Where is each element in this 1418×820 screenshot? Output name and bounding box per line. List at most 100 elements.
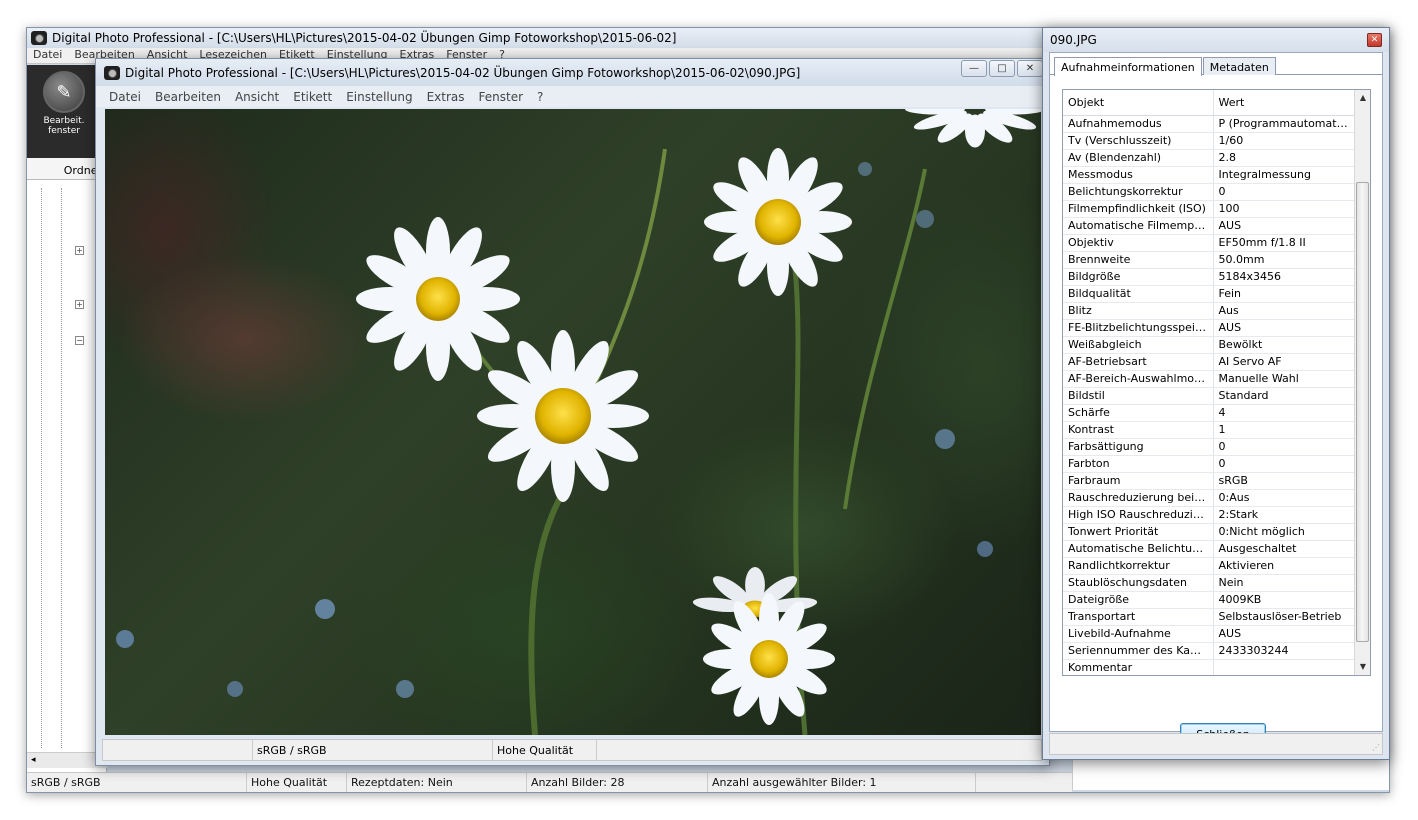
table-row[interactable]: Bildgröße 5184x3456: [1063, 268, 1355, 286]
table-row[interactable]: Av (Blendenzahl) 2.8: [1063, 149, 1355, 167]
table-row[interactable]: Livebild-Aufnahme AUS: [1063, 625, 1355, 643]
table-row[interactable]: Seriennummer des Kamera...2433303244: [1063, 642, 1355, 660]
table-row[interactable]: Farbton 0: [1063, 455, 1355, 473]
scroll-down-icon[interactable]: ▼: [1355, 659, 1370, 675]
tab-aufnahmeinformationen[interactable]: Aufnahmeinformationen: [1054, 57, 1202, 76]
menu-extras[interactable]: Extras: [427, 90, 465, 104]
status-quality: Hohe Qualität: [247, 773, 347, 792]
row-property: Livebild-Aufnahme: [1063, 625, 1214, 643]
table-row[interactable]: High ISO Rauschreduzierung 2:Stark: [1063, 506, 1355, 524]
row-property: Bildqualität: [1063, 285, 1214, 303]
table-row[interactable]: Tonwert Priorität 0:Nicht möglich: [1063, 523, 1355, 541]
dialog-titlebar[interactable]: 090.JPG: [1043, 28, 1389, 52]
status-image-count: Anzahl Bilder: 28: [527, 773, 708, 792]
table-row[interactable]: Tv (Verschlusszeit) 1/60: [1063, 132, 1355, 150]
table-row[interactable]: AF-Bereich-Auswahlmodus Manuelle Wahl: [1063, 370, 1355, 388]
menu-help[interactable]: ?: [537, 90, 543, 104]
row-property: Seriennummer des Kamera...: [1063, 642, 1214, 660]
menu-etikett[interactable]: Etikett: [293, 90, 332, 104]
viewer-title: Digital Photo Professional - [C:\Users\H…: [125, 65, 801, 80]
menu-fenster[interactable]: Fenster: [479, 90, 524, 104]
table-row[interactable]: Filmempfindlichkeit (ISO) 100: [1063, 200, 1355, 218]
table-row[interactable]: Weißabgleich Bewölkt: [1063, 336, 1355, 354]
menu-ansicht[interactable]: Ansicht: [235, 90, 279, 104]
scroll-thumb[interactable]: [1356, 182, 1369, 642]
column-header-wert[interactable]: Wert: [1213, 90, 1355, 116]
row-value: 0: [1213, 183, 1355, 201]
row-property: Blitz: [1063, 302, 1214, 320]
table-row[interactable]: Aufnahmemodus P (Programmautomatik): [1063, 115, 1355, 133]
row-value: AUS: [1213, 625, 1355, 643]
row-value: AUS: [1213, 217, 1355, 235]
row-value: Ausgeschaltet: [1213, 540, 1355, 558]
table-row[interactable]: Farbraum sRGB: [1063, 472, 1355, 490]
table-row[interactable]: AF-Betriebsart AI Servo AF: [1063, 353, 1355, 371]
resize-grip-icon[interactable]: ⋰: [1372, 743, 1380, 752]
close-button[interactable]: ✕: [1017, 60, 1043, 77]
table-row[interactable]: Randlichtkorrektur Aktivieren: [1063, 557, 1355, 575]
row-property: AF-Bereich-Auswahlmodus: [1063, 370, 1214, 388]
table-row[interactable]: Automatische Belichtungso... Ausgeschalte…: [1063, 540, 1355, 558]
menu-einstellung[interactable]: Einstellung: [346, 90, 412, 104]
menu-datei[interactable]: Datei: [33, 48, 62, 63]
row-property: Farbton: [1063, 455, 1214, 473]
row-value: Standard: [1213, 387, 1355, 405]
edit-window-label: Bearbeit. fenster: [43, 116, 85, 136]
table-row[interactable]: Belichtungskorrektur 0: [1063, 183, 1355, 201]
table-row[interactable]: Rauschreduzierung bei Lan... 0:Aus: [1063, 489, 1355, 507]
status-color-space: sRGB / sRGB: [27, 773, 247, 792]
table-row[interactable]: Kommentar: [1063, 659, 1355, 675]
row-value: 1: [1213, 421, 1355, 439]
edit-window-button[interactable]: ✎ Bearbeit. fenster: [27, 65, 101, 158]
viewer-status-bar: sRGB / sRGB Hohe Qualität: [102, 739, 1042, 761]
tab-metadaten[interactable]: Metadaten: [1202, 57, 1276, 75]
table-row[interactable]: Bildstil Standard: [1063, 387, 1355, 405]
desktop: Digital Photo Professional - [C:\Users\H…: [0, 0, 1418, 820]
table-row[interactable]: Dateigröße 4009KB: [1063, 591, 1355, 609]
row-value: 0:Nicht möglich: [1213, 523, 1355, 541]
row-value: Nein: [1213, 574, 1355, 592]
row-property: Kontrast: [1063, 421, 1214, 439]
row-value: Manuelle Wahl: [1213, 370, 1355, 388]
row-property: Automatische Filmempfindli...: [1063, 217, 1214, 235]
dialog-close-icon[interactable]: ✕: [1367, 33, 1382, 47]
row-property: High ISO Rauschreduzierung: [1063, 506, 1214, 524]
daisy-photo-graphic: [116, 109, 1041, 735]
table-row[interactable]: Brennweite 50.0mm: [1063, 251, 1355, 269]
table-row[interactable]: Farbsättigung 0: [1063, 438, 1355, 456]
row-value: [1213, 659, 1355, 675]
row-property: Automatische Belichtungso...: [1063, 540, 1214, 558]
table-row[interactable]: Bildqualität Fein: [1063, 285, 1355, 303]
table-row[interactable]: Staublöschungsdaten Nein: [1063, 574, 1355, 592]
menu-datei[interactable]: Datei: [109, 90, 141, 104]
vertical-scrollbar[interactable]: ▲ ▼: [1354, 90, 1370, 675]
photo-daisies[interactable]: [105, 109, 1041, 735]
table-row[interactable]: Objektiv EF50mm f/1.8 II: [1063, 234, 1355, 252]
row-property: Transportart: [1063, 608, 1214, 626]
viewer-titlebar[interactable]: Digital Photo Professional - [C:\Users\H…: [96, 59, 1049, 86]
table-row[interactable]: Automatische Filmempfindli...AUS: [1063, 217, 1355, 235]
row-property: Brennweite: [1063, 251, 1214, 269]
scroll-up-icon[interactable]: ▲: [1355, 90, 1370, 106]
camera-icon: [31, 31, 47, 45]
tree-expand-icon[interactable]: +: [75, 246, 84, 255]
minimize-button[interactable]: —: [961, 60, 987, 77]
table-row[interactable]: Schärfe 4: [1063, 404, 1355, 422]
tree-collapse-icon[interactable]: −: [75, 336, 84, 345]
table-row[interactable]: FE-Blitzbelichtungsspeicher... AUS: [1063, 319, 1355, 337]
column-header-objekt[interactable]: Objekt: [1063, 90, 1214, 116]
row-value: 4009KB: [1213, 591, 1355, 609]
table-row[interactable]: Messmodus Integralmessung: [1063, 166, 1355, 184]
tree-expand-icon[interactable]: +: [75, 300, 84, 309]
maximize-button[interactable]: □: [989, 60, 1015, 77]
row-value: Fein: [1213, 285, 1355, 303]
camera-icon: [104, 65, 120, 80]
table-row[interactable]: Kontrast 1: [1063, 421, 1355, 439]
row-value: Integralmessung: [1213, 166, 1355, 184]
row-property: Staublöschungsdaten: [1063, 574, 1214, 592]
menu-bearbeiten[interactable]: Bearbeiten: [155, 90, 221, 104]
viewer-status-quality: Hohe Qualität: [493, 740, 597, 760]
table-row[interactable]: Blitz Aus: [1063, 302, 1355, 320]
info-dialog: 090.JPG ✕ Aufnahmeinformationen Metadate…: [1042, 27, 1390, 760]
table-row[interactable]: Transportart Selbstauslöser-Betrieb: [1063, 608, 1355, 626]
